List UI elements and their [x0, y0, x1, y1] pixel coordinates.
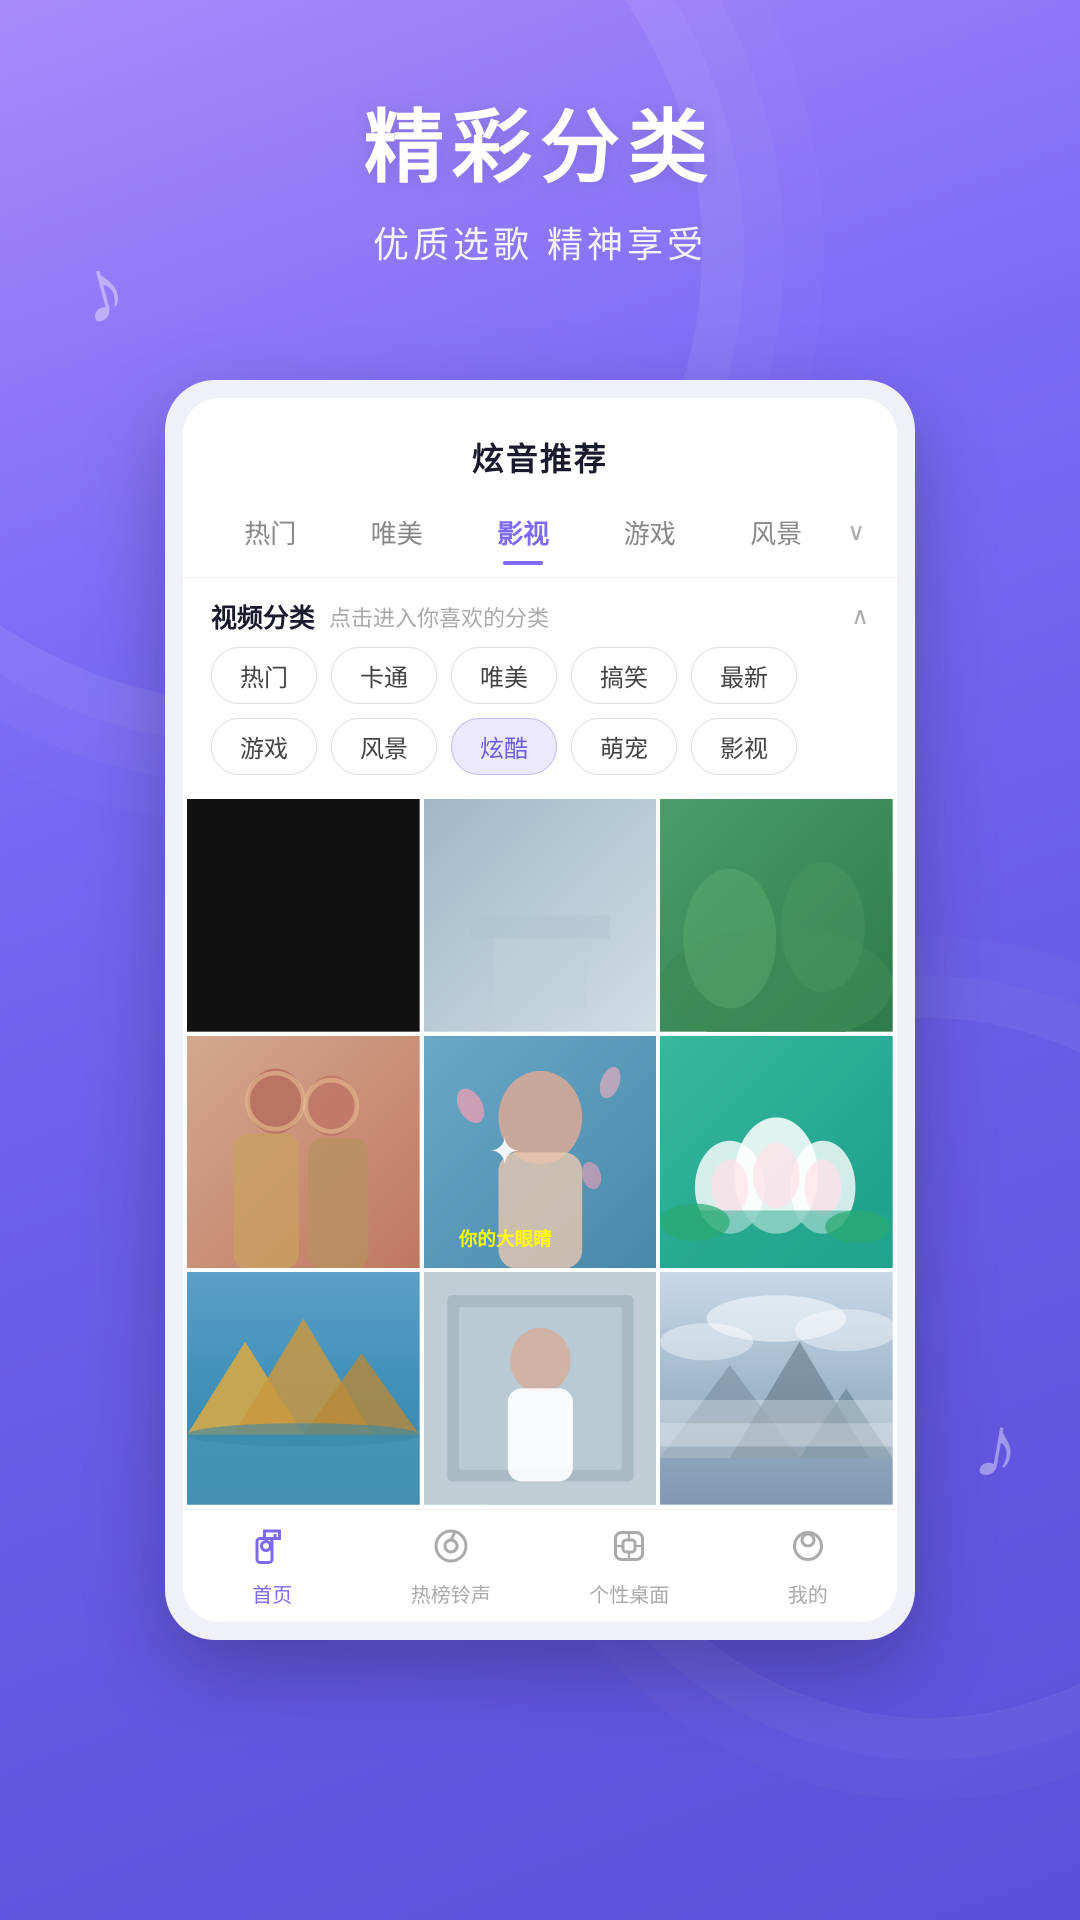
nav-mine[interactable]: 我的 [719, 1528, 898, 1608]
nav-home[interactable]: 首页 [183, 1528, 362, 1608]
nav-ringtone[interactable]: 热榜铃声 [362, 1528, 541, 1608]
music-note-right-icon: ♪ [966, 1394, 1028, 1503]
tag-film[interactable]: 影视 [691, 718, 797, 775]
video-thumb-9[interactable] [660, 1272, 893, 1505]
nav-desktop[interactable]: 个性桌面 [540, 1528, 719, 1608]
svg-text:✦: ✦ [489, 1130, 520, 1172]
mine-icon [790, 1528, 826, 1573]
home-icon [254, 1528, 290, 1573]
video-thumb-2[interactable] [424, 799, 657, 1032]
ringtone-icon [433, 1528, 469, 1573]
tag-game[interactable]: 游戏 [211, 718, 317, 775]
video-thumb-1[interactable] [187, 799, 420, 1032]
tag-funny[interactable]: 搞笑 [571, 647, 677, 704]
video-thumb-4[interactable] [187, 1036, 420, 1269]
svg-text:你的大眼睛: 你的大眼睛 [458, 1228, 552, 1249]
category-title: 视频分类 [211, 598, 315, 635]
video-thumb-8[interactable] [424, 1272, 657, 1505]
tab-beautiful[interactable]: 唯美 [333, 504, 459, 561]
tab-scenery[interactable]: 风景 [713, 504, 839, 561]
tag-cartoon[interactable]: 卡通 [331, 647, 437, 704]
collapse-icon[interactable]: ∧ [851, 602, 869, 631]
nav-mine-label: 我的 [788, 1579, 828, 1608]
phone-card: 炫音推荐 热门 唯美 影视 游戏 风景 ∨ 视频分类 点击进入你喜欢的分类 ∧ … [165, 380, 915, 1640]
tag-cool[interactable]: 炫酷 [451, 718, 557, 775]
category-tags: 热门 卡通 唯美 搞笑 最新 游戏 风景 炫酷 萌宠 影视 [183, 647, 897, 795]
desktop-icon [611, 1528, 647, 1573]
tag-beautiful[interactable]: 唯美 [451, 647, 557, 704]
hero-subtitle: 优质选歌 精神享受 [0, 216, 1080, 268]
video-thumb-3[interactable] [660, 799, 893, 1032]
nav-desktop-label: 个性桌面 [589, 1579, 669, 1608]
tag-pets[interactable]: 萌宠 [571, 718, 677, 775]
video-grid: ✦ 你的大眼睛 [183, 795, 897, 1509]
nav-home-label: 首页 [252, 1579, 292, 1608]
card-header: 炫音推荐 [183, 398, 897, 504]
video-thumb-5[interactable]: ✦ 你的大眼睛 [424, 1036, 657, 1269]
tag-hot[interactable]: 热门 [211, 647, 317, 704]
tab-film[interactable]: 影视 [460, 504, 586, 561]
card-inner: 炫音推荐 热门 唯美 影视 游戏 风景 ∨ 视频分类 点击进入你喜欢的分类 ∧ … [183, 398, 897, 1622]
video-thumb-6[interactable] [660, 1036, 893, 1269]
bottom-navigation: 首页 热榜铃声 [183, 1509, 897, 1622]
video-thumb-7[interactable] [187, 1272, 420, 1505]
tag-newest[interactable]: 最新 [691, 647, 797, 704]
category-header: 视频分类 点击进入你喜欢的分类 ∧ [183, 578, 897, 647]
tab-more-icon[interactable]: ∨ [839, 508, 873, 557]
hero-section: 精彩分类 优质选歌 精神享受 [0, 0, 1080, 268]
tag-scenery[interactable]: 风景 [331, 718, 437, 775]
category-hint: 点击进入你喜欢的分类 [329, 601, 549, 633]
tab-game[interactable]: 游戏 [586, 504, 712, 561]
tabs-bar: 热门 唯美 影视 游戏 风景 ∨ [183, 504, 897, 578]
nav-ringtone-label: 热榜铃声 [411, 1579, 491, 1608]
tab-hot[interactable]: 热门 [207, 504, 333, 561]
hero-title: 精彩分类 [0, 100, 1080, 196]
